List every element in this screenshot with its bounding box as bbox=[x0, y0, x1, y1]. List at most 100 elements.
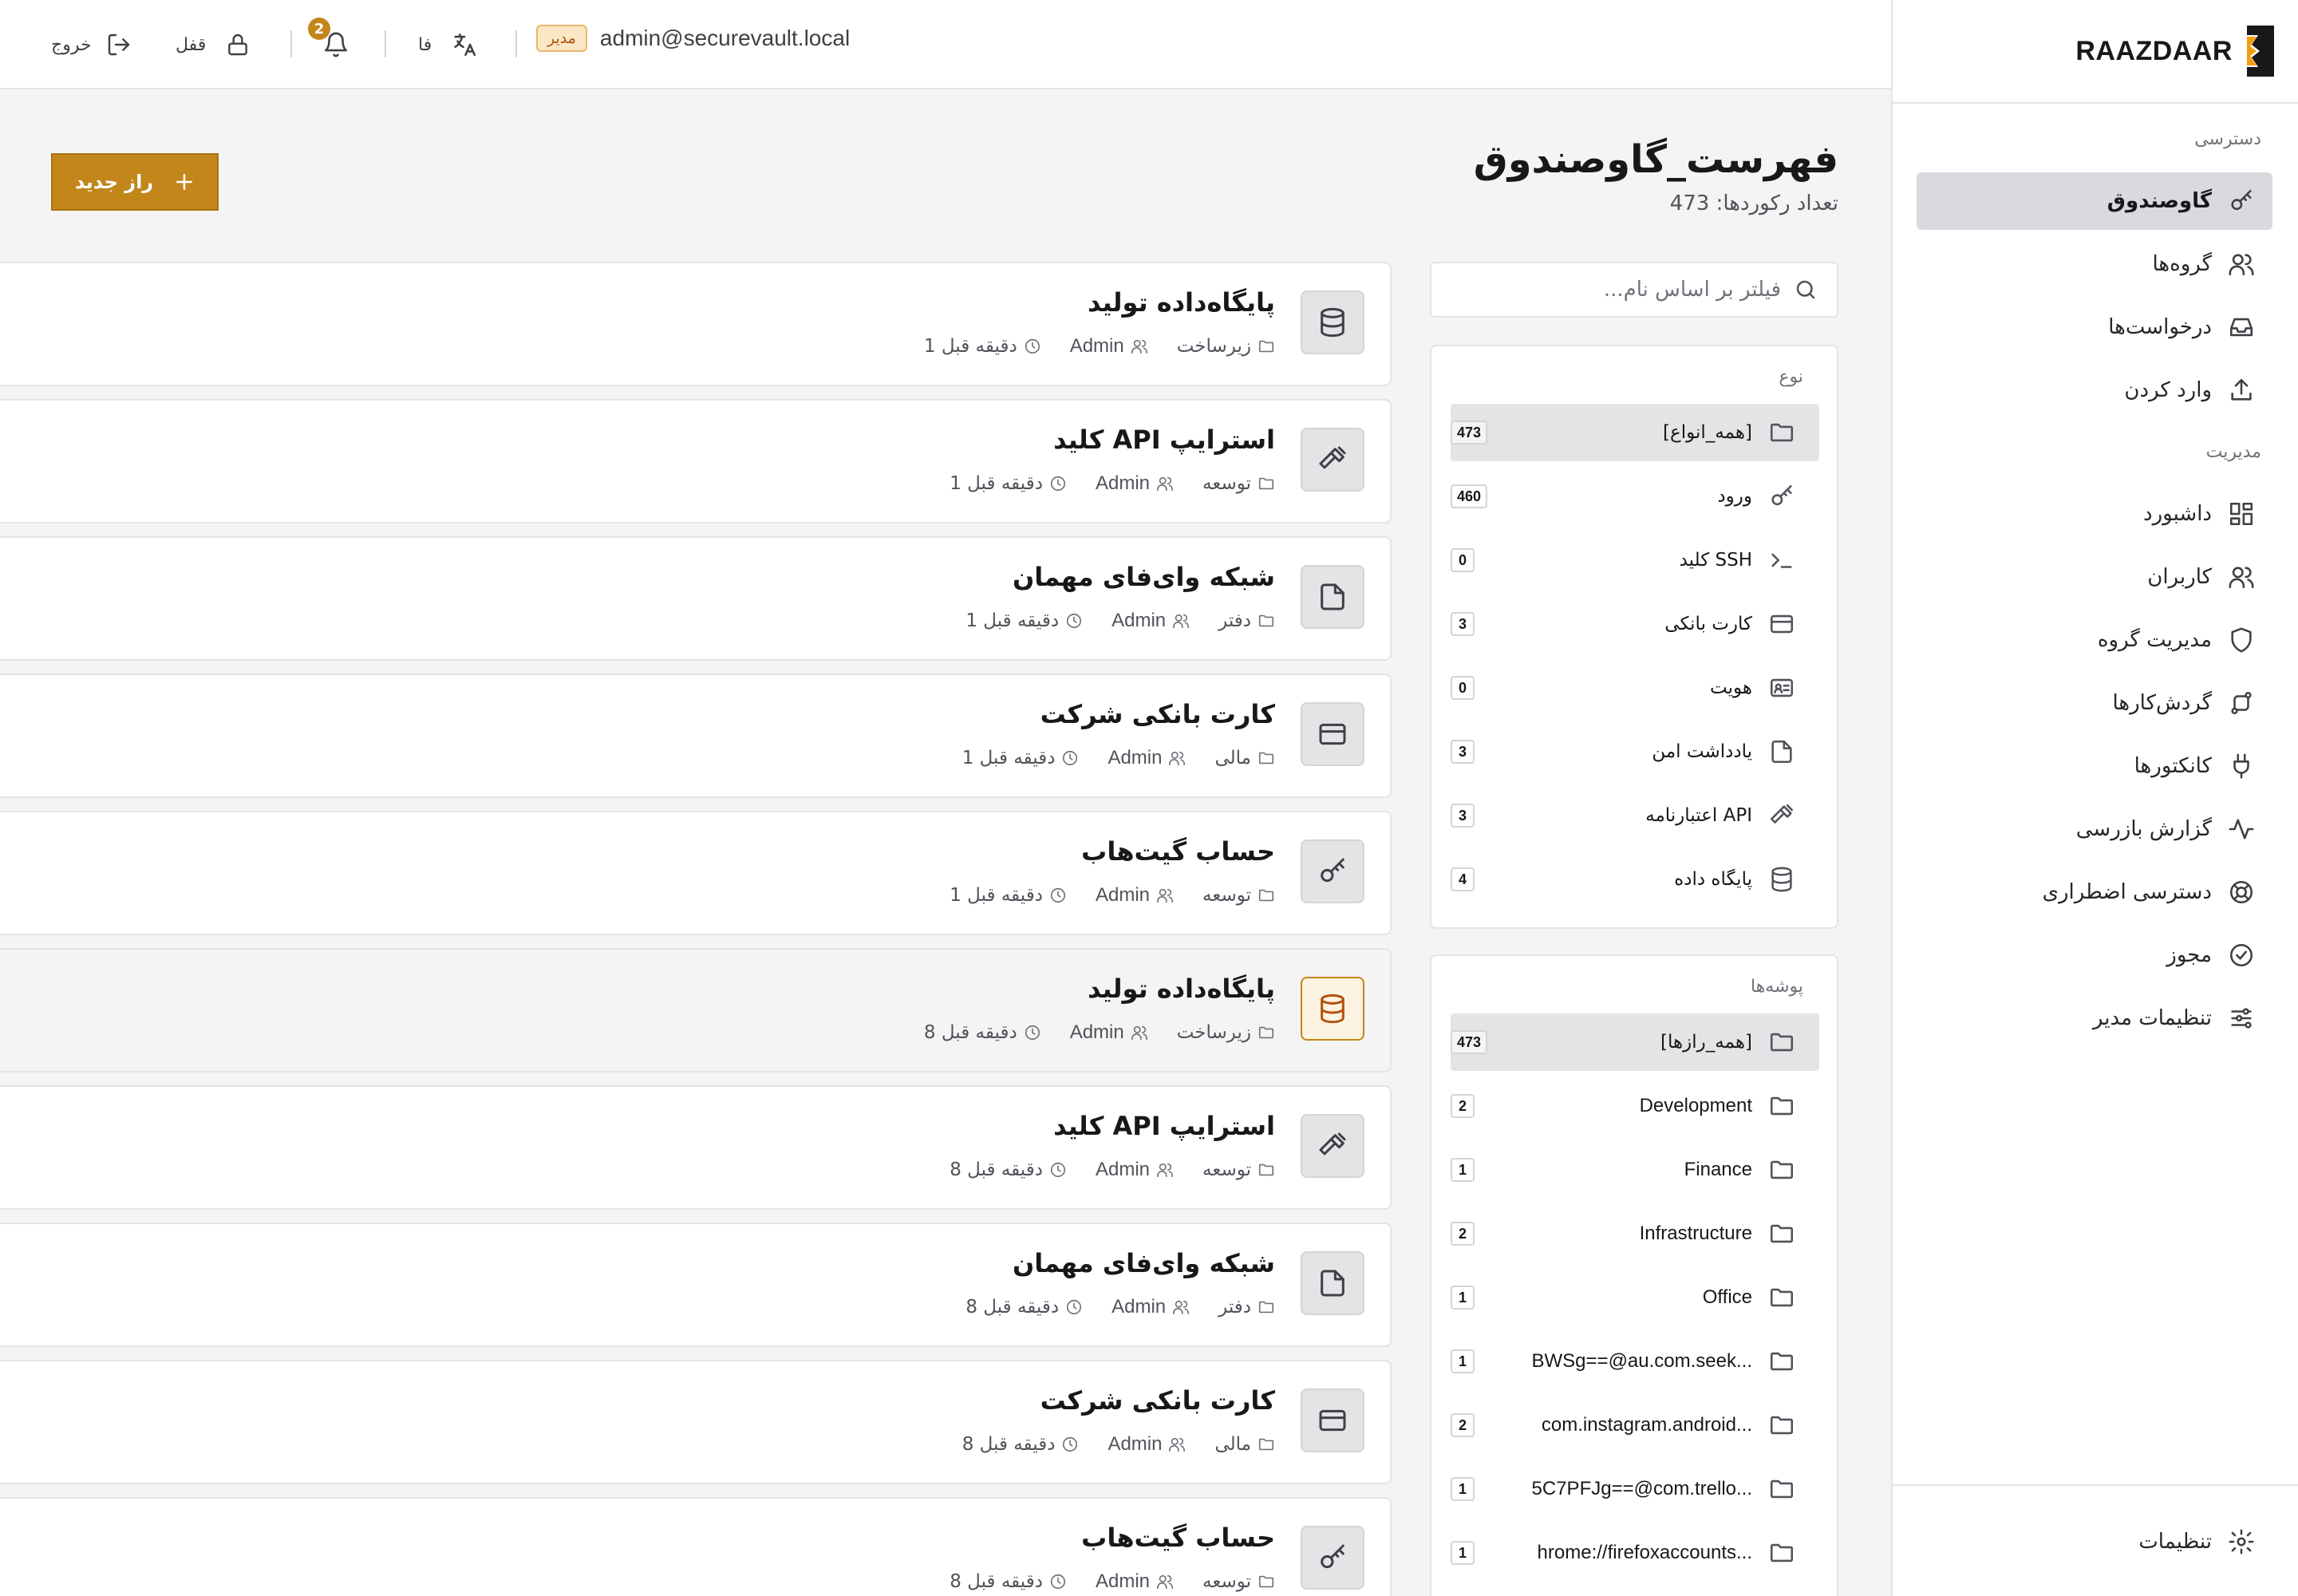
type-filter-item[interactable]: یادداشت امن 3 bbox=[1451, 723, 1819, 780]
sidebar-item[interactable]: مدیریت گروه bbox=[1917, 611, 2272, 669]
sidebar-item[interactable]: گردش‌کارها bbox=[1917, 674, 2272, 732]
sidebar-item-label: درخواست‌ها bbox=[2108, 315, 2212, 339]
filter-label: ورود bbox=[1717, 486, 1752, 507]
sidebar-item[interactable]: درخواست‌ها bbox=[1917, 298, 2272, 356]
translate-icon bbox=[451, 31, 478, 58]
type-filter-item[interactable]: کلید SSH 0 bbox=[1451, 531, 1819, 589]
count-badge: 1 bbox=[1451, 1349, 1475, 1373]
sidebar-item[interactable]: گزارش بازرسی bbox=[1917, 800, 2272, 858]
sidebar-item[interactable]: دسترسی اضطراری bbox=[1917, 863, 2272, 921]
secret-list-item[interactable]: کارت بانکی شرکت مالی Admin 8 دقیقه قبل bbox=[0, 1360, 1392, 1484]
secret-folder: توسعه bbox=[1202, 1159, 1251, 1180]
secret-title: حساب گیت‌هاب bbox=[1081, 836, 1275, 867]
folder-icon bbox=[1768, 1092, 1795, 1120]
sidebar: RAAZDAAR دسترسی گاوصندوق گروه‌ها درخواست‌ه… bbox=[1891, 0, 2298, 1596]
secret-meta: دفتر Admin 1 دقیقه قبل bbox=[965, 610, 1275, 632]
folder-icon bbox=[1768, 419, 1795, 446]
count-badge: 473 bbox=[1451, 421, 1488, 444]
secret-list-item[interactable]: حساب گیت‌هاب توسعه Admin 1 دقیقه قبل bbox=[0, 811, 1392, 935]
sidebar-item[interactable]: کانکتورها bbox=[1917, 737, 2272, 795]
secret-list-item[interactable]: کلید API استرایپ توسعه Admin 8 دقیقه قبل bbox=[0, 1085, 1392, 1210]
secret-time: 8 دقیقه قبل bbox=[965, 1297, 1060, 1317]
secret-list-item[interactable]: کارت بانکی شرکت مالی Admin 1 دقیقه قبل bbox=[0, 674, 1392, 798]
page-title: فهرست_گاوصندوق bbox=[1473, 137, 1838, 182]
secret-owner: Admin bbox=[1069, 335, 1124, 357]
users-icon bbox=[1168, 1436, 1186, 1453]
secret-time: 1 دقیقه قبل bbox=[950, 473, 1043, 494]
secret-list-item[interactable]: پایگاه‌داده تولید زیرساخت Admin 1 دقیقه قبل bbox=[0, 262, 1392, 386]
folder-filter-item[interactable]: Development 2 bbox=[1451, 1077, 1819, 1135]
search-input[interactable] bbox=[1451, 278, 1781, 302]
type-filter-item[interactable]: [همه_انواع] 473 bbox=[1451, 404, 1819, 461]
secret-list-item[interactable]: شبکه وای‌فای مهمان دفتر Admin 8 دقیقه قبل bbox=[0, 1223, 1392, 1347]
sidebar-item[interactable]: تنظیمات مدیر bbox=[1917, 990, 2272, 1047]
sidebar-item-settings[interactable]: تنظیمات bbox=[1917, 1513, 2272, 1570]
search-box bbox=[1430, 262, 1838, 318]
plug-icon bbox=[2228, 753, 2255, 780]
record-count: تعداد رکوردها: 473 bbox=[1669, 192, 1838, 215]
folder-filter-item[interactable]: Office 1 bbox=[1451, 1269, 1819, 1326]
secret-time: 8 دقیقه قبل bbox=[961, 1434, 1056, 1455]
logout-button[interactable]: خروج bbox=[51, 0, 132, 89]
lock-button[interactable]: قفل bbox=[176, 0, 251, 89]
users-icon bbox=[1156, 1573, 1174, 1590]
brand-logo-icon bbox=[2247, 26, 2274, 77]
users-icon bbox=[1172, 612, 1190, 630]
filter-label: Infrastructure bbox=[1639, 1223, 1752, 1244]
secret-title: کلید API استرایپ bbox=[1053, 1111, 1275, 1141]
filter-label: 5C7PFJg==@com.trello... bbox=[1531, 1478, 1752, 1499]
type-filter-item[interactable]: ورود 460 bbox=[1451, 468, 1819, 525]
language-switcher[interactable]: فا bbox=[418, 0, 478, 89]
sidebar-item[interactable]: وارد کردن bbox=[1917, 361, 2272, 419]
type-filter-item[interactable]: پایگاه داده 4 bbox=[1451, 851, 1819, 908]
type-filter-item[interactable]: کارت بانکی 3 bbox=[1451, 595, 1819, 653]
count-badge: 4 bbox=[1451, 867, 1475, 891]
secret-owner: Admin bbox=[1111, 610, 1167, 631]
user-menu[interactable]: مدیر admin@securevault.local bbox=[536, 0, 850, 83]
sidebar-item-label: گروه‌ها bbox=[2152, 252, 2212, 276]
plus-icon bbox=[174, 172, 195, 192]
sidebar-item-label: وارد کردن bbox=[2124, 378, 2212, 402]
folder-icon bbox=[1768, 1156, 1795, 1183]
workflow-icon bbox=[2228, 689, 2255, 717]
sidebar-item[interactable]: کاربران bbox=[1917, 548, 2272, 606]
notification-count-badge: 2 bbox=[308, 18, 330, 40]
dashboard-icon bbox=[2228, 500, 2255, 527]
secret-meta: زیرساخت Admin 8 دقیقه قبل bbox=[924, 1021, 1275, 1044]
folder-filter-item[interactable]: Finance 1 bbox=[1451, 1141, 1819, 1199]
filter-label: اعتبارنامه API bbox=[1645, 805, 1752, 826]
sidebar-item-label: داشبورد bbox=[2143, 502, 2212, 526]
secret-list-item[interactable]: کلید API استرایپ توسعه Admin 1 دقیقه قبل bbox=[0, 399, 1392, 523]
secret-list-item[interactable]: حساب گیت‌هاب توسعه Admin 8 دقیقه قبل bbox=[0, 1497, 1392, 1596]
type-filter-item[interactable]: اعتبارنامه API 3 bbox=[1451, 787, 1819, 844]
folder-filter-item[interactable]: BWSg==@au.com.seek... 1 bbox=[1451, 1333, 1819, 1390]
folder-filter-item[interactable]: hrome://firefoxaccounts... 1 bbox=[1451, 1524, 1819, 1582]
users-icon bbox=[1168, 749, 1186, 767]
new-secret-button[interactable]: راز جدید bbox=[51, 153, 219, 211]
folder-filter-item[interactable]: com.instagram.android... 2 bbox=[1451, 1396, 1819, 1454]
filter-label: hrome://firefoxaccounts... bbox=[1537, 1542, 1752, 1563]
secret-meta: مالی Admin 1 دقیقه قبل bbox=[962, 747, 1275, 769]
brand[interactable]: RAAZDAAR bbox=[1893, 0, 2298, 104]
filter-label: Finance bbox=[1684, 1159, 1752, 1180]
badge-check-icon bbox=[2228, 942, 2255, 969]
sidebar-item[interactable]: مجوز bbox=[1917, 926, 2272, 984]
folder-filter-item[interactable]: [همه_رازها] 473 bbox=[1451, 1013, 1819, 1071]
secret-time: 8 دقیقه قبل bbox=[950, 1571, 1043, 1592]
secret-list-item[interactable]: پایگاه‌داده تولید زیرساخت Admin 8 دقیقه قبل bbox=[0, 948, 1392, 1073]
notifications-button[interactable] bbox=[322, 0, 349, 89]
sidebar-item-label: کانکتورها bbox=[2134, 754, 2212, 778]
sidebar-item[interactable]: داشبورد bbox=[1917, 485, 2272, 543]
secret-list-item[interactable]: شبکه وای‌فای مهمان دفتر Admin 1 دقیقه قبل bbox=[0, 536, 1392, 661]
sliders-icon bbox=[2228, 1005, 2255, 1032]
sidebar-item[interactable]: گروه‌ها bbox=[1917, 235, 2272, 293]
sidebar-item-label: دسترسی اضطراری bbox=[2042, 880, 2212, 904]
secret-title: شبکه وای‌فای مهمان bbox=[1012, 562, 1275, 592]
secret-folder: دفتر bbox=[1218, 1297, 1251, 1317]
folder-filter-item[interactable]: 5C7PFJg==@com.trello... 1 bbox=[1451, 1460, 1819, 1518]
type-filter-item[interactable]: هویت 0 bbox=[1451, 659, 1819, 717]
key-icon bbox=[1301, 839, 1364, 903]
folder-filter-item[interactable]: Infrastructure 2 bbox=[1451, 1205, 1819, 1262]
folder-icon bbox=[1258, 1298, 1275, 1316]
sidebar-item[interactable]: گاوصندوق bbox=[1917, 172, 2272, 230]
